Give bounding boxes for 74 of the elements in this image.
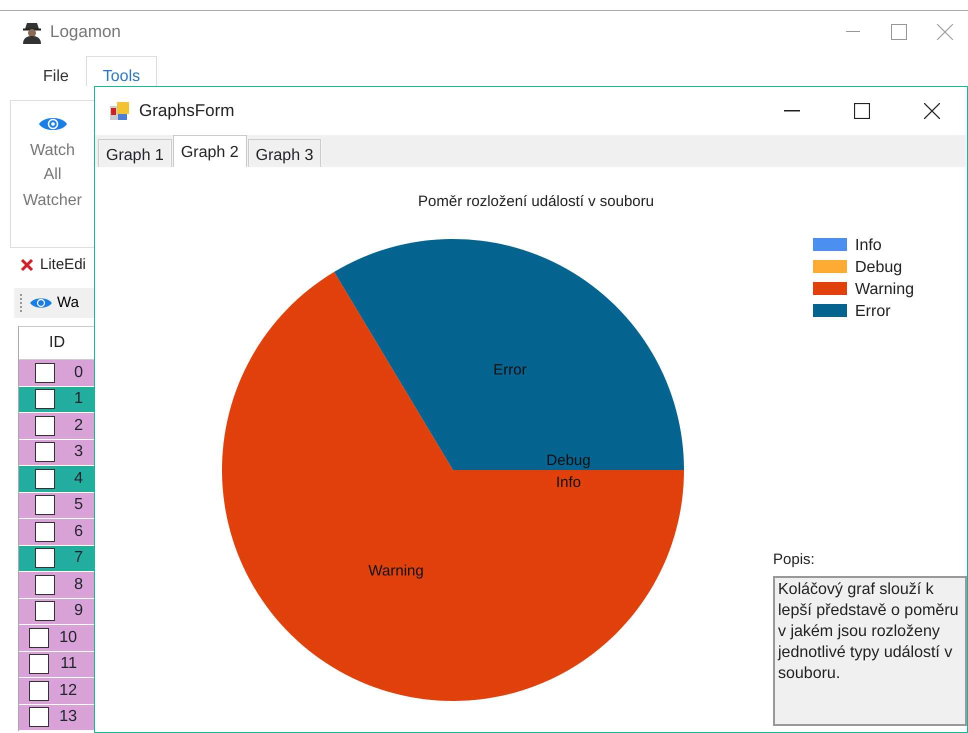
- table-row[interactable]: 8: [19, 572, 94, 598]
- table-cell-text: 9: [73, 601, 83, 622]
- table-cell-text: 2: [73, 416, 83, 436]
- table-row[interactable]: 10: [19, 625, 94, 652]
- table-row[interactable]: 12: [19, 678, 94, 704]
- slice-label: Info: [556, 474, 582, 491]
- menu-tab[interactable]: Tools: [86, 56, 158, 86]
- table-cell-text: 8: [73, 574, 83, 595]
- checkbox[interactable]: [35, 468, 55, 489]
- slice-label: Error: [493, 362, 527, 378]
- table-cell-text: 12: [58, 680, 77, 701]
- tab[interactable]: Graph 1: [98, 139, 172, 167]
- table-cell-text: 11: [59, 654, 77, 674]
- table-cell-text: 13: [58, 707, 77, 728]
- table-cell-text: 3: [73, 442, 83, 462]
- checkbox[interactable]: [35, 548, 55, 568]
- table-row[interactable]: 9: [19, 598, 94, 625]
- table-row[interactable]: 1: [19, 386, 94, 413]
- table-cell-text: 7: [73, 548, 83, 568]
- legend-label: Error: [855, 303, 891, 320]
- eye-icon: [38, 115, 68, 133]
- window-title: Logamon: [50, 20, 121, 43]
- checkbox[interactable]: [35, 495, 55, 516]
- description-box: Koláčový graf slouží k lepší představě o poměru v jakém jsou rozloženy jednotlivé typy událostí v souboru.: [773, 576, 967, 726]
- checkbox[interactable]: [35, 416, 55, 436]
- table-row[interactable]: 7: [19, 546, 94, 572]
- checkbox[interactable]: [29, 680, 49, 701]
- watch-all-button[interactable]: Watch All: [16, 101, 90, 187]
- column-header[interactable]: ID: [49, 331, 65, 355]
- minimize-icon[interactable]: [784, 110, 800, 112]
- table-cell-text: 5: [73, 495, 83, 516]
- legend-label: Debug: [855, 259, 902, 276]
- tab[interactable]: Graph 2: [172, 135, 247, 167]
- window-title: GraphsForm: [139, 100, 234, 122]
- close-icon[interactable]: [924, 103, 940, 119]
- checkbox[interactable]: [35, 601, 55, 622]
- table-row[interactable]: 6: [19, 519, 94, 546]
- table-row[interactable]: 5: [19, 492, 94, 519]
- table-cell-text: 10: [58, 628, 77, 648]
- description-label: Popis:: [773, 550, 816, 570]
- eye-icon: [29, 296, 53, 310]
- checkbox[interactable]: [35, 442, 55, 462]
- table-row[interactable]: 13: [19, 704, 94, 731]
- menu-tab[interactable]: File: [26, 56, 86, 86]
- checkbox[interactable]: [35, 389, 55, 410]
- legend-label: Warning: [855, 281, 914, 298]
- checkbox[interactable]: [29, 707, 49, 728]
- chart-title: Poměr rozložení událostí v souboru: [418, 193, 654, 210]
- table-row[interactable]: 0: [19, 360, 94, 386]
- table-cell-text: 6: [73, 522, 83, 542]
- table-cell-text: 1: [73, 389, 83, 410]
- table-cell-text: 4: [73, 468, 83, 489]
- app-icon: [109, 100, 131, 122]
- legend-swatch: [813, 260, 847, 273]
- slice-label: Warning: [368, 562, 424, 580]
- table-row[interactable]: 4: [19, 466, 94, 492]
- legend-label: Info: [855, 237, 882, 254]
- legend-swatch: [813, 238, 847, 251]
- checkbox[interactable]: [29, 654, 49, 674]
- group-label: Watcher: [23, 191, 82, 211]
- legend-swatch: [813, 282, 847, 295]
- checkbox[interactable]: [29, 628, 49, 648]
- checkbox[interactable]: [35, 362, 55, 383]
- maximize-icon[interactable]: [854, 103, 870, 119]
- checkbox[interactable]: [35, 574, 55, 595]
- document-tab[interactable]: LiteEdi: [0, 248, 94, 276]
- slice-label: Debug: [546, 452, 591, 469]
- table-row[interactable]: 11: [19, 652, 94, 678]
- legend-swatch: [813, 304, 847, 317]
- tab[interactable]: Graph 3: [248, 139, 322, 167]
- checkbox[interactable]: [35, 522, 55, 542]
- table-cell-text: 0: [73, 362, 83, 383]
- table-row[interactable]: 3: [19, 440, 94, 466]
- table-row[interactable]: 2: [19, 413, 94, 440]
